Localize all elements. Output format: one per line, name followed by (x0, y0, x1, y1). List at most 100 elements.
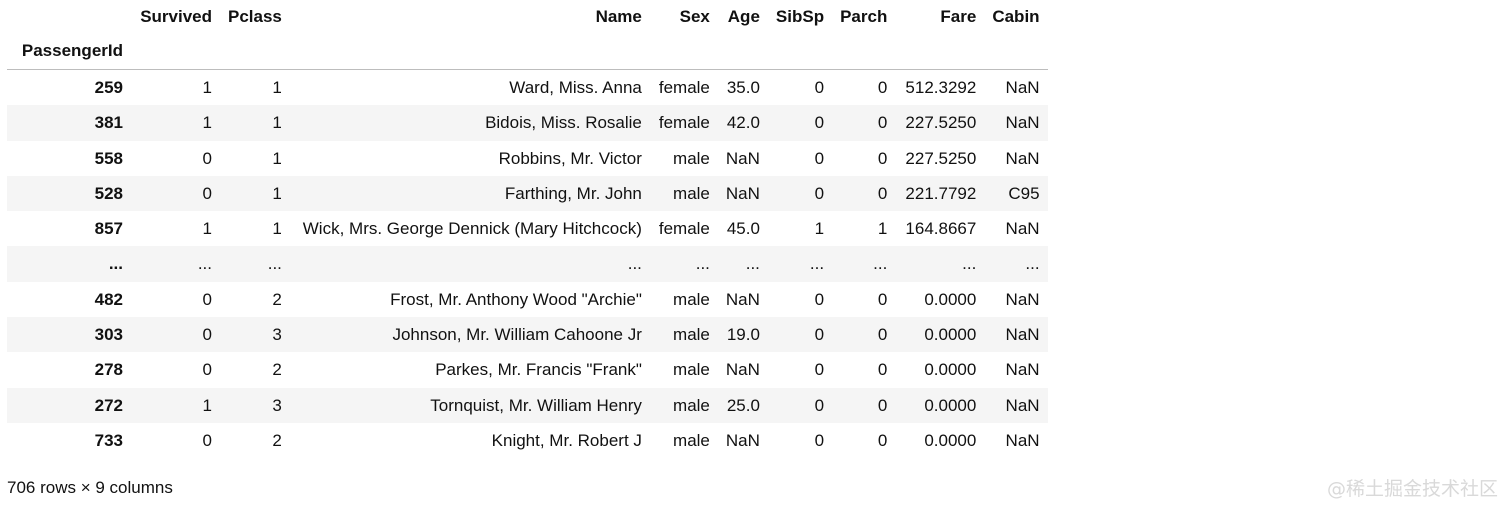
table-cell: 1 (202, 219, 212, 239)
table-cell: ... (267, 254, 282, 274)
watermark-text: @稀土掘金技术社区 (1326, 478, 1498, 500)
table-cell: 1 (877, 219, 888, 239)
table-cell: 1 (202, 395, 212, 415)
table-body: 259 1 1 Ward, Miss. Anna female 35.0 0 0 512.329… (7, 70, 1048, 459)
table-cell: 0.0000 (924, 395, 977, 415)
table-cell: Parkes, Mr. Francis "Frank" (435, 360, 642, 380)
table-cell: male (673, 289, 710, 309)
table-cell: 0 (877, 113, 888, 133)
table-cell: 0.0000 (924, 325, 977, 345)
table-cell: 512.3292 (905, 78, 977, 97)
table-cell: NaN (725, 360, 760, 380)
table-row: 259 1 1 Ward, Miss. Anna female 35.0 0 0 512.329… (7, 70, 1048, 106)
table-cell: 0 (814, 325, 825, 345)
table-cell: ... (873, 254, 888, 274)
table-cell: 0 (814, 395, 825, 415)
table-cell: female (658, 78, 710, 97)
table-cell: 0 (202, 360, 212, 380)
row-index: ... (108, 254, 123, 274)
table-cell: 0 (877, 395, 888, 415)
table-cell: 0 (202, 430, 212, 450)
table-cell: NaN (725, 183, 760, 203)
table-row: 303 0 3 Johnson, Mr. William Cahoone Jr male… (7, 317, 1048, 353)
table-cell: NaN (725, 148, 760, 168)
column-header: Survived (140, 7, 212, 26)
index-name-label: PassengerId (7, 33, 131, 70)
table-cell: 1 (272, 219, 282, 239)
table-row: 733 0 2 Knight, Mr. Robert J male NaN 0 0 0.0000… (7, 423, 1048, 458)
table-cell: NaN (1005, 113, 1040, 133)
table-cell: Johnson, Mr. William Cahoone Jr (392, 325, 642, 345)
table-cell: 0.0000 (924, 289, 977, 309)
table-cell: NaN (725, 430, 760, 450)
table-cell: NaN (1005, 430, 1040, 450)
table-cell: ... (809, 254, 825, 274)
table-cell: 1 (272, 183, 282, 203)
table-cell: 164.8667 (905, 219, 977, 239)
index-name-row: PassengerId (7, 33, 1048, 70)
table-cell: 1 (814, 219, 825, 239)
table-cell: 0 (814, 113, 825, 133)
table-cell: NaN (1005, 325, 1040, 345)
column-header: Sex (679, 7, 710, 26)
row-index: 272 (94, 395, 123, 415)
column-header: Fare (940, 7, 977, 26)
table-cell: Tornquist, Mr. William Henry (430, 395, 642, 415)
table-cell: 0 (202, 289, 212, 309)
table-row: 558 0 1 Robbins, Mr. Victor male NaN 0 0 227.525… (7, 141, 1048, 176)
table-cell: Frost, Mr. Anthony Wood "Archie" (390, 289, 642, 309)
table-cell: male (673, 325, 710, 345)
table-cell: Bidois, Miss. Rosalie (485, 113, 642, 133)
table-cell: 1 (272, 78, 282, 97)
table-cell: ... (627, 254, 642, 274)
table-cell: 221.7792 (905, 183, 977, 203)
table-cell: 1 (272, 113, 282, 133)
table-cell: male (673, 183, 710, 203)
column-header-row: Survived Pclass Name Sex Age SibSp Parch… (7, 0, 1048, 33)
table-cell: 19.0 (726, 325, 760, 345)
row-index: 857 (94, 219, 123, 239)
table-shape-summary: 706 rows × 9 columns (7, 478, 173, 497)
table-cell: NaN (1005, 78, 1040, 97)
table-cell: Ward, Miss. Anna (509, 78, 642, 97)
table-cell: 0 (814, 289, 825, 309)
table-cell: 0 (814, 78, 825, 97)
table-cell: 0 (814, 148, 825, 168)
table-cell: 0 (202, 183, 212, 203)
table-cell: 3 (272, 325, 282, 345)
table-cell: 1 (272, 148, 282, 168)
table-cell: 0 (877, 325, 888, 345)
table-cell: ... (695, 254, 710, 274)
table-cell: 0.0000 (924, 430, 977, 450)
table-cell: 0.0000 (924, 360, 977, 380)
table-cell: ... (1025, 254, 1040, 274)
table-cell: 0 (814, 183, 825, 203)
dataframe-table: Survived Pclass Name Sex Age SibSp Parch… (7, 0, 1048, 458)
table-row: .............................. (7, 246, 1048, 282)
table-cell: Knight, Mr. Robert J (491, 430, 642, 450)
table-cell: ... (745, 254, 760, 274)
column-header: Parch (840, 7, 888, 26)
table-cell: Wick, Mrs. George Dennick (Mary Hitchcoc… (302, 219, 642, 239)
table-cell: 2 (272, 360, 282, 380)
column-header: Age (727, 7, 760, 26)
table-cell: NaN (1005, 219, 1040, 239)
table-cell: 2 (272, 430, 282, 450)
row-index: 303 (94, 325, 123, 345)
table-cell: 0 (877, 289, 888, 309)
table-cell: Robbins, Mr. Victor (498, 148, 642, 168)
table-cell: 0 (877, 78, 888, 97)
table-cell: 227.5250 (905, 148, 977, 168)
table-row: 857 1 1 Wick, Mrs. George Dennick (Mary Hit… (7, 211, 1048, 246)
table-cell: ... (962, 254, 977, 274)
table-cell: 0 (202, 148, 212, 168)
table-row: 528 0 1 Farthing, Mr. John male NaN 0 0 221.7792… (7, 175, 1048, 212)
row-index: 381 (94, 113, 123, 133)
table-cell: NaN (1005, 395, 1040, 415)
table-cell: C95 (1008, 183, 1040, 203)
table-row: 482 0 2 Frost, Mr. Anthony Wood "Archie" mal… (7, 282, 1048, 317)
table-cell: 0 (202, 325, 212, 345)
table-cell: 1 (202, 113, 212, 133)
table-cell: NaN (725, 289, 760, 309)
table-cell: 45.0 (726, 219, 760, 239)
